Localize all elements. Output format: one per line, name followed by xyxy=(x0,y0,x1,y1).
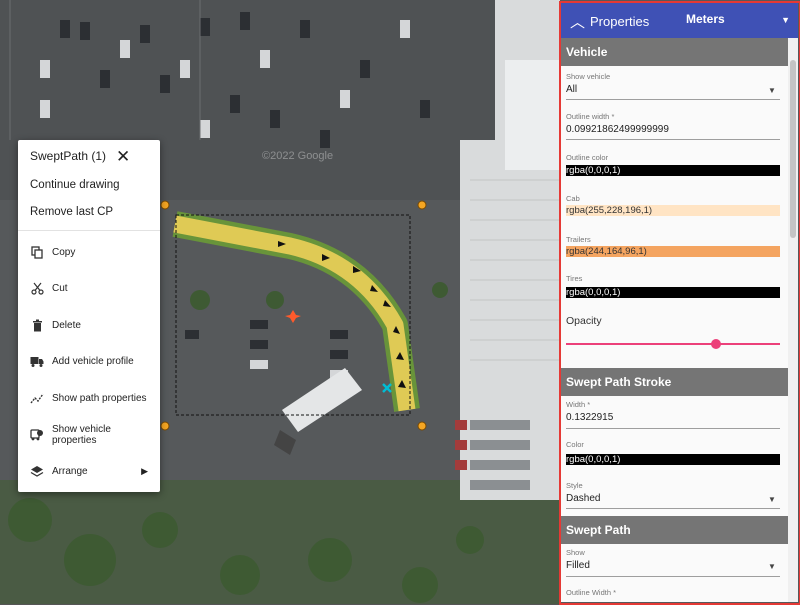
properties-panel: ︿ Properties Meters ▼ Vehicle Show vehic… xyxy=(560,2,798,602)
trash-icon xyxy=(30,318,44,332)
trailers-color-swatch[interactable]: rgba(244,164,96,1) xyxy=(566,246,780,257)
show-vehicle-label: Show vehicle xyxy=(566,72,611,81)
show-vehicle-properties-label: Show vehicle properties xyxy=(52,423,111,446)
cut-menu-item[interactable]: Cut xyxy=(18,271,160,308)
cab-color-swatch[interactable]: rgba(255,228,196,1) xyxy=(566,205,780,216)
properties-scrollbar[interactable] xyxy=(788,38,798,602)
path-icon xyxy=(30,391,44,405)
stroke-color-swatch[interactable]: rgba(0,0,0,1) xyxy=(566,454,780,465)
swept-path-section-header: Swept Path xyxy=(560,516,788,544)
show-path-properties-label: Show path properties xyxy=(52,392,147,404)
delete-menu-item[interactable]: Delete xyxy=(18,307,160,344)
scissors-icon xyxy=(30,282,44,296)
stroke-section-header: Swept Path Stroke xyxy=(560,368,788,396)
context-menu-divider xyxy=(18,230,160,231)
context-menu-header: SweptPath (1) ✕ xyxy=(18,140,160,172)
outline-color-swatch[interactable]: rgba(0,0,0,1) xyxy=(566,165,780,176)
truck-icon xyxy=(30,355,44,369)
show-vehicle-dropdown-icon[interactable]: ▼ xyxy=(768,86,776,95)
opacity-label: Opacity xyxy=(566,315,602,327)
unit-dropdown-icon[interactable]: ▼ xyxy=(781,15,790,25)
delete-label: Delete xyxy=(52,319,81,331)
swept-path-outline-width-label: Outline Width * xyxy=(566,588,617,597)
context-menu-title: SweptPath (1) xyxy=(30,149,107,163)
show-path-properties-menu-item[interactable]: Show path properties xyxy=(18,380,160,417)
tires-color-label: Tires xyxy=(566,274,583,283)
context-menu: SweptPath (1) ✕ Continue drawing Remove … xyxy=(18,140,160,492)
stroke-width-label: Width * xyxy=(566,400,591,409)
copy-label: Copy xyxy=(52,246,76,258)
outline-width-underline xyxy=(566,139,780,140)
vehicle-section-header: Vehicle xyxy=(560,38,788,66)
properties-header: ︿ Properties Meters ▼ xyxy=(560,2,798,38)
close-icon[interactable]: ✕ xyxy=(116,148,130,165)
swept-path-show-label: Show xyxy=(566,548,585,557)
stroke-style-dropdown-icon[interactable]: ▼ xyxy=(768,495,776,504)
tires-color-swatch[interactable]: rgba(0,0,0,1) xyxy=(566,287,780,298)
opacity-slider-track[interactable] xyxy=(566,343,780,345)
trailers-color-label: Trailers xyxy=(566,235,591,244)
properties-scrollbar-thumb[interactable] xyxy=(790,60,796,238)
stroke-style-select[interactable]: Dashed xyxy=(566,493,780,504)
arrange-menu-item[interactable]: Arrange ▶ xyxy=(18,453,160,490)
show-vehicle-select[interactable]: All xyxy=(566,84,780,95)
swept-path-show-dropdown-icon[interactable]: ▼ xyxy=(768,562,776,571)
layers-icon xyxy=(30,464,44,478)
stroke-color-label: Color xyxy=(566,440,584,449)
cut-label: Cut xyxy=(52,283,68,295)
properties-title: Properties xyxy=(590,14,650,29)
add-vehicle-profile-label: Add vehicle profile xyxy=(52,356,134,368)
swept-path-show-underline xyxy=(566,576,780,577)
map-watermark: ©2022 Google xyxy=(262,150,334,162)
vehicle-icon xyxy=(30,428,44,442)
stroke-style-label: Style xyxy=(566,481,583,490)
outline-width-label: Outline width * xyxy=(566,112,615,121)
stroke-width-underline xyxy=(566,428,780,429)
show-vehicle-underline xyxy=(566,99,780,100)
submenu-arrow-icon: ▶ xyxy=(141,465,148,476)
add-vehicle-profile-menu-item[interactable]: Add vehicle profile xyxy=(18,344,160,381)
unit-select[interactable]: Meters xyxy=(686,12,725,26)
show-vehicle-properties-menu-item[interactable]: Show vehicle properties xyxy=(18,417,160,454)
cab-color-label: Cab xyxy=(566,194,580,203)
continue-drawing-item[interactable]: Continue drawing xyxy=(18,172,160,199)
arrange-label: Arrange xyxy=(52,465,88,477)
swept-path-show-select[interactable]: Filled xyxy=(566,560,780,571)
stroke-style-underline xyxy=(566,508,780,509)
collapse-chevron-icon[interactable]: ︿ xyxy=(570,11,585,32)
remove-last-cp-item[interactable]: Remove last CP xyxy=(18,199,160,226)
copy-menu-item[interactable]: Copy xyxy=(18,234,160,271)
stroke-width-input[interactable]: 0.1322915 xyxy=(566,412,780,423)
outline-color-label: Outline color xyxy=(566,153,609,162)
copy-icon xyxy=(30,245,44,259)
opacity-slider-thumb[interactable] xyxy=(710,339,721,349)
outline-width-input[interactable]: 0.09921862499999999 xyxy=(566,124,780,135)
